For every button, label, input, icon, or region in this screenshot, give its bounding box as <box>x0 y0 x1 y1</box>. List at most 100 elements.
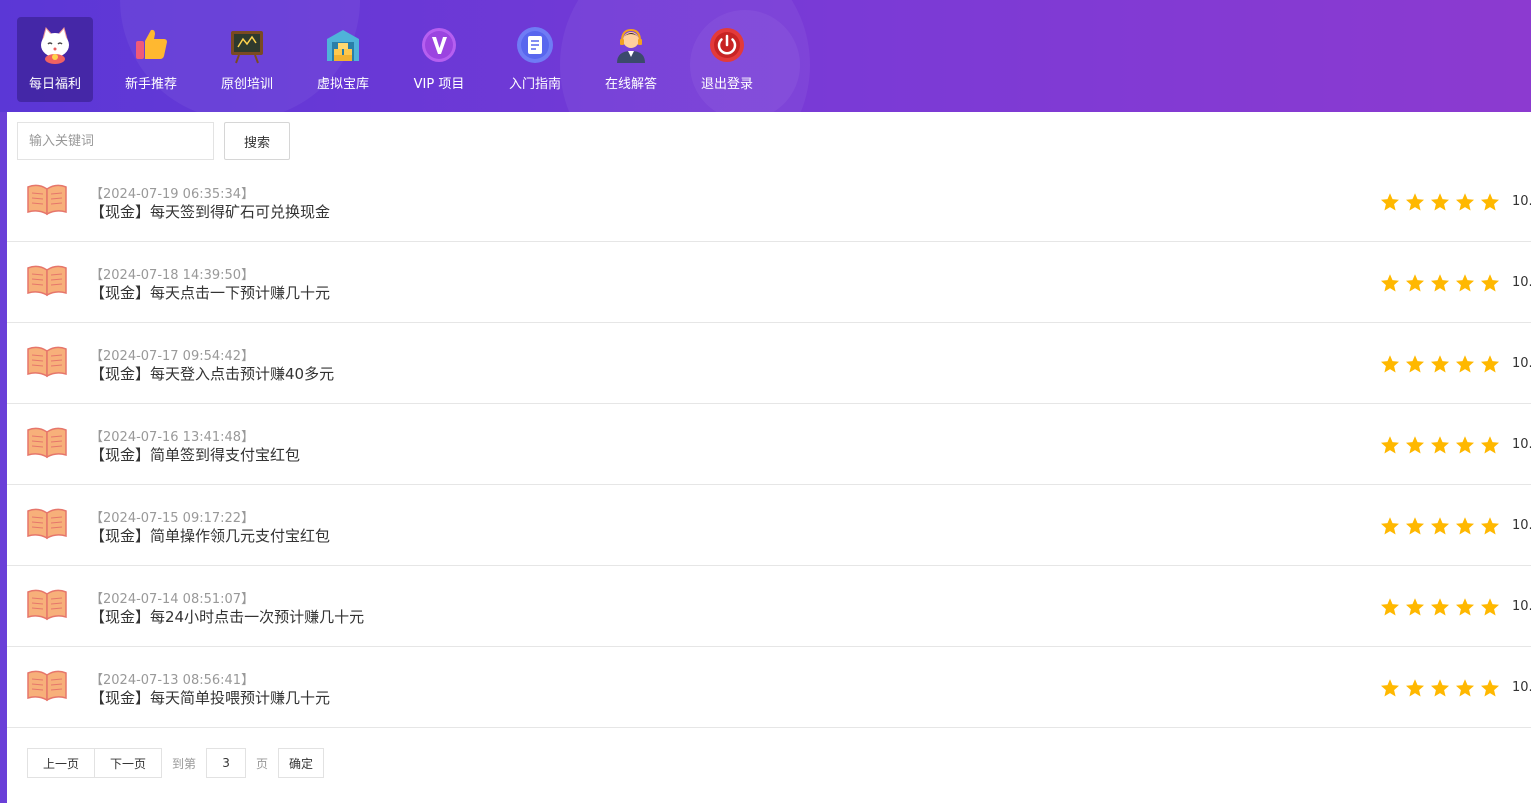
confirm-page-button[interactable]: 确定 <box>278 748 325 778</box>
document-icon <box>515 25 555 65</box>
book-icon <box>27 184 67 216</box>
prev-page-button[interactable]: 上一页 <box>27 748 95 778</box>
item-title[interactable]: 【现金】简单签到得支付宝红包 <box>90 444 300 465</box>
goto-label: 到第 <box>172 756 197 771</box>
nav-label: 原创培训 <box>220 77 273 92</box>
item-title[interactable]: 【现金】简单操作领几元支付宝红包 <box>90 525 330 546</box>
nav-item-online-answers[interactable]: 在线解答 <box>593 17 669 102</box>
star-rating <box>1380 597 1505 617</box>
book-icon <box>27 427 67 459</box>
star-icon <box>1481 436 1499 454</box>
page-suffix-label: 页 <box>256 756 269 771</box>
star-icon <box>1481 679 1499 697</box>
star-icon <box>1406 355 1424 373</box>
star-rating <box>1380 516 1505 536</box>
list-item[interactable]: 【2024-07-13 08:56:41】 【现金】每天简单投喂预计赚几十元 1… <box>7 647 1531 728</box>
item-score: 10. <box>1512 518 1531 533</box>
nav-label: 在线解答 <box>604 77 657 92</box>
star-icon <box>1456 274 1474 292</box>
item-score: 10. <box>1512 437 1531 452</box>
power-icon <box>707 25 747 65</box>
star-icon <box>1481 274 1499 292</box>
page-number-input[interactable] <box>206 748 247 778</box>
item-title[interactable]: 【现金】每天点击一下预计赚几十元 <box>90 282 330 303</box>
star-icon <box>1431 517 1449 535</box>
nav-item-getting-started[interactable]: 入门指南 <box>497 17 573 102</box>
star-icon <box>1406 436 1424 454</box>
book-icon <box>27 346 67 378</box>
search-button[interactable]: 搜索 <box>224 122 290 160</box>
list-item[interactable]: 【2024-07-17 09:54:42】 【现金】每天登入点击预计赚40多元 … <box>7 323 1531 404</box>
nav-item-virtual-treasury[interactable]: 虚拟宝库 <box>305 17 381 102</box>
nav-label: 每日福利 <box>28 77 81 92</box>
star-rating <box>1380 273 1505 293</box>
star-icon <box>1406 679 1424 697</box>
nav-label: 入门指南 <box>508 77 561 92</box>
nav-item-daily-welfare[interactable]: 每日福利 <box>17 17 93 102</box>
warehouse-icon <box>323 25 363 65</box>
star-rating <box>1380 435 1505 455</box>
star-rating <box>1380 354 1505 374</box>
star-icon <box>1481 355 1499 373</box>
nav-label: 虚拟宝库 <box>316 77 369 92</box>
list-item[interactable]: 【2024-07-18 14:39:50】 【现金】每天点击一下预计赚几十元 1… <box>7 242 1531 323</box>
star-icon <box>1406 274 1424 292</box>
nav-item-beginner-recommend[interactable]: 新手推荐 <box>113 17 189 102</box>
item-title[interactable]: 【现金】每天签到得矿石可兑换现金 <box>90 201 330 222</box>
nav-item-logout[interactable]: 退出登录 <box>689 17 765 102</box>
star-icon <box>1456 517 1474 535</box>
item-date: 【2024-07-15 09:17:22】 <box>90 511 255 526</box>
star-icon <box>1456 679 1474 697</box>
article-list: 【2024-07-19 06:35:34】 【现金】每天签到得矿石可兑换现金 1… <box>7 161 1531 728</box>
list-item[interactable]: 【2024-07-16 13:41:48】 【现金】简单签到得支付宝红包 10. <box>7 404 1531 485</box>
item-title[interactable]: 【现金】每天登入点击预计赚40多元 <box>90 363 334 384</box>
lucky-cat-icon <box>35 25 75 65</box>
star-icon <box>1381 517 1399 535</box>
star-icon <box>1431 274 1449 292</box>
main-nav: 每日福利 新手推荐 原创培训 虚拟宝库 VIP 项目 入门指南 在线解答 退出登… <box>17 17 785 102</box>
star-icon <box>1381 598 1399 616</box>
nav-item-original-training[interactable]: 原创培训 <box>209 17 285 102</box>
blackboard-icon <box>227 25 267 65</box>
star-icon <box>1381 679 1399 697</box>
search-input[interactable] <box>17 122 214 160</box>
star-icon <box>1456 436 1474 454</box>
star-icon <box>1481 598 1499 616</box>
nav-label: 新手推荐 <box>124 77 177 92</box>
star-icon <box>1381 355 1399 373</box>
star-icon <box>1431 193 1449 211</box>
star-icon <box>1381 193 1399 211</box>
nav-label: VIP 项目 <box>413 77 465 92</box>
star-icon <box>1481 193 1499 211</box>
book-icon <box>27 265 67 297</box>
nav-label: 退出登录 <box>700 77 753 92</box>
item-title[interactable]: 【现金】每天简单投喂预计赚几十元 <box>90 687 330 708</box>
list-item[interactable]: 【2024-07-15 09:17:22】 【现金】简单操作领几元支付宝红包 1… <box>7 485 1531 566</box>
item-date: 【2024-07-17 09:54:42】 <box>90 349 255 364</box>
item-title[interactable]: 【现金】每24小时点击一次预计赚几十元 <box>90 606 364 627</box>
list-item[interactable]: 【2024-07-14 08:51:07】 【现金】每24小时点击一次预计赚几十… <box>7 566 1531 647</box>
left-accent-bar <box>0 0 7 803</box>
list-item[interactable]: 【2024-07-19 06:35:34】 【现金】每天签到得矿石可兑换现金 1… <box>7 161 1531 242</box>
item-date: 【2024-07-13 08:56:41】 <box>90 673 255 688</box>
star-icon <box>1406 598 1424 616</box>
item-score: 10. <box>1512 194 1531 209</box>
star-icon <box>1381 274 1399 292</box>
item-date: 【2024-07-14 08:51:07】 <box>90 592 255 607</box>
star-icon <box>1456 193 1474 211</box>
vip-icon <box>419 25 459 65</box>
pagination: 上一页 下一页 到第 页 确定 <box>27 748 325 778</box>
star-icon <box>1406 517 1424 535</box>
star-icon <box>1431 355 1449 373</box>
top-navigation-bar: 每日福利 新手推荐 原创培训 虚拟宝库 VIP 项目 入门指南 在线解答 退出登… <box>0 0 1531 112</box>
item-score: 10. <box>1512 356 1531 371</box>
star-rating <box>1380 678 1505 698</box>
item-date: 【2024-07-18 14:39:50】 <box>90 268 255 283</box>
star-icon <box>1381 436 1399 454</box>
star-icon <box>1431 436 1449 454</box>
support-agent-icon <box>611 25 651 65</box>
nav-item-vip-project[interactable]: VIP 项目 <box>401 17 477 102</box>
star-rating <box>1380 192 1505 212</box>
book-icon <box>27 508 67 540</box>
next-page-button[interactable]: 下一页 <box>95 748 162 778</box>
